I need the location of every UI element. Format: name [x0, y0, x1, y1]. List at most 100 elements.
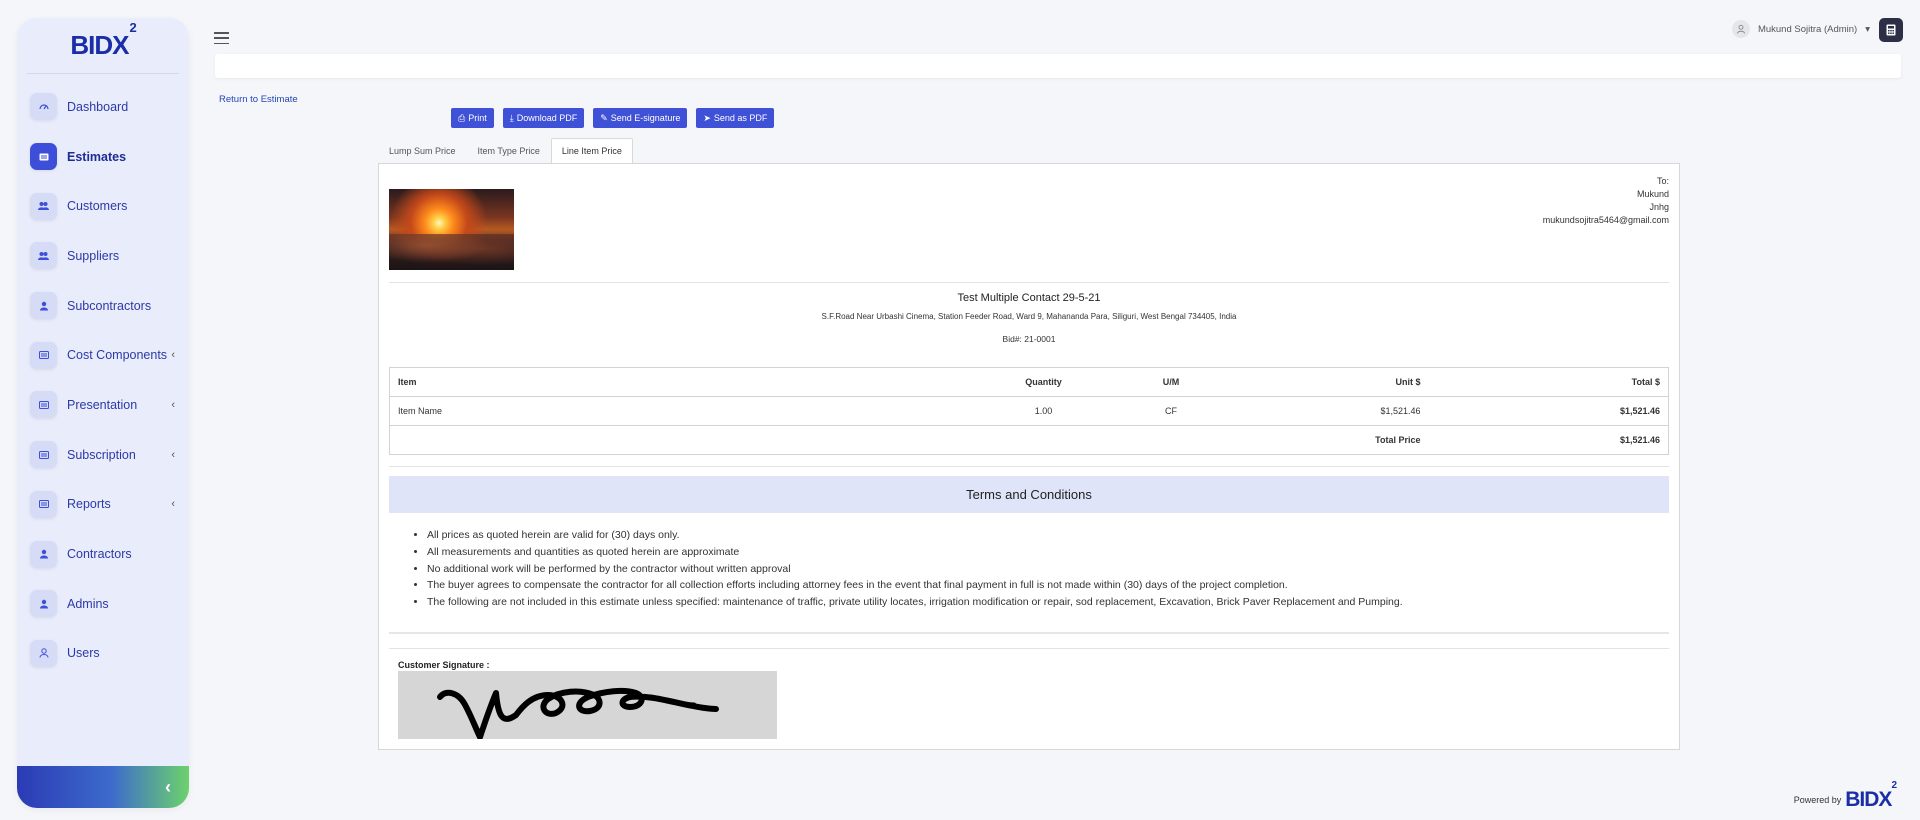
table-header-row: Item Quantity U/M Unit $ Total $: [389, 367, 1669, 397]
signature-label: Customer Signature :: [398, 660, 490, 670]
download-pdf-label: Download PDF: [516, 113, 578, 123]
sidebar-item-contractors[interactable]: Contractors: [17, 529, 189, 579]
sidebar-nav: Dashboard Estimates Customers Suppliers Subc…: [17, 82, 189, 678]
send-esignature-label: Send E-signature: [610, 113, 681, 123]
user-avatar-icon: [1731, 20, 1750, 38]
recipient-email: mukundsojitra5464@gmail.com: [1542, 215, 1669, 225]
recipient-line2: Jnhg: [1649, 202, 1669, 212]
sidebar-item-estimates[interactable]: Estimates: [17, 132, 189, 182]
print-icon: ⎙: [458, 112, 466, 123]
sidebar-item-reports[interactable]: Reports ‹: [17, 480, 189, 530]
total-value: $1,521.46: [1428, 425, 1669, 455]
tab-item-type-price[interactable]: Item Type Price: [467, 138, 551, 163]
paper-plane-icon: ➤: [703, 112, 711, 123]
user-outline-icon: [30, 639, 57, 667]
total-row: Total Price $1,521.46: [389, 425, 1669, 455]
powered-by-text: Powered by: [1793, 795, 1842, 805]
calculator-icon: [1886, 24, 1896, 36]
users-icon: [30, 192, 57, 220]
cell-quantity: 1.00: [983, 396, 1104, 426]
send-pdf-label: Send as PDF: [713, 113, 768, 123]
user-name: Mukund Sojitra (Admin): [1757, 23, 1858, 35]
chevron-down-icon: ▾: [1865, 23, 1870, 35]
sidebar-item-label: Suppliers: [67, 248, 120, 263]
list-item: All prices as quoted herein are valid fo…: [427, 527, 1403, 544]
sidebar: BIDX2 Dashboard Estimates Customers Supplie…: [17, 18, 189, 808]
user-icon: [30, 590, 57, 618]
calculator-button[interactable]: [1879, 18, 1903, 42]
user-icon: [30, 540, 57, 568]
send-pdf-button[interactable]: ➤ Send as PDF: [696, 108, 775, 128]
list-item: All measurements and quantities as quote…: [427, 544, 1403, 561]
user-menu[interactable]: Mukund Sojitra (Admin) ▾: [1731, 20, 1870, 38]
divider: [389, 648, 1669, 649]
terms-title: Terms and Conditions: [389, 476, 1669, 513]
brand-logo[interactable]: BIDX2: [27, 18, 179, 74]
customer-signature: [398, 671, 777, 740]
total-label: Total Price: [1238, 425, 1429, 455]
list-item: No additional work will be performed by …: [427, 561, 1403, 578]
sidebar-item-label: Contractors: [67, 547, 132, 562]
header-item: Item: [389, 367, 984, 397]
divider: [389, 632, 1669, 634]
print-button[interactable]: ⎙ Print: [451, 108, 494, 128]
return-to-estimate-link[interactable]: Return to Estimate: [219, 94, 298, 105]
send-esignature-button[interactable]: ✎ Send E-signature: [593, 108, 688, 128]
header-total: Total $: [1428, 367, 1669, 397]
powered-by: Powered by BIDX2: [1793, 780, 1897, 812]
sidebar-item-label: Users: [67, 646, 100, 661]
cell-total: $1,521.46: [1428, 396, 1669, 426]
sidebar-collapse-button[interactable]: ‹: [17, 766, 189, 808]
cell-unit: $1,521.46: [1238, 396, 1429, 426]
estimate-document: To: Mukund Jnhg mukundsojitra5464@gmail.…: [378, 163, 1680, 750]
sidebar-item-cost-components[interactable]: Cost Components ‹: [17, 330, 189, 380]
footer-logo-superscript: 2: [1891, 780, 1896, 791]
sidebar-item-label: Subcontractors: [67, 298, 152, 313]
header-um: U/M: [1103, 367, 1239, 397]
bid-number: Bid#: 21-0001: [1002, 334, 1056, 344]
users-icon: [30, 242, 57, 270]
sidebar-item-presentation[interactable]: Presentation ‹: [17, 380, 189, 430]
sidebar-item-customers[interactable]: Customers: [17, 181, 189, 231]
recipient-block: To: Mukund Jnhg mukundsojitra5464@gmail.…: [1543, 175, 1669, 227]
sidebar-item-dashboard[interactable]: Dashboard: [17, 82, 189, 132]
chevron-left-icon: ‹: [165, 776, 171, 797]
estimate-icon: [30, 143, 57, 171]
sidebar-item-admins[interactable]: Admins: [17, 579, 189, 629]
sidebar-item-subcontractors[interactable]: Subcontractors: [17, 281, 189, 331]
chevron-left-icon: ‹: [171, 349, 175, 362]
brand-superscript: 2: [129, 20, 136, 36]
pencil-icon: ✎: [600, 112, 608, 123]
footer-logo-name: BIDX: [1845, 788, 1892, 811]
list-item: The following are not included in this e…: [427, 594, 1403, 611]
tab-line-item-price[interactable]: Line Item Price: [550, 138, 633, 163]
header-bar: [215, 54, 1901, 78]
recipient-to-label: To:: [1656, 176, 1669, 186]
header-quantity: Quantity: [983, 367, 1104, 397]
chevron-left-icon: ‹: [171, 498, 175, 511]
price-tabs: Lump Sum Price Item Type Price Line Item P…: [378, 138, 633, 163]
user-icon: [30, 292, 57, 320]
sidebar-item-users[interactable]: Users: [17, 629, 189, 679]
sidebar-item-label: Admins: [67, 596, 109, 611]
download-pdf-button[interactable]: ⤓ Download PDF: [502, 108, 585, 128]
cell-um: CF: [1103, 396, 1239, 426]
header-unit: Unit $: [1238, 367, 1429, 397]
sidebar-item-label: Presentation: [67, 397, 138, 412]
list-icon: [30, 341, 57, 369]
sidebar-item-label: Cost Components: [67, 348, 168, 363]
divider: [389, 466, 1669, 467]
sidebar-item-suppliers[interactable]: Suppliers: [17, 231, 189, 281]
list-icon: [30, 391, 57, 419]
action-bar: ⎙ Print ⤓ Download PDF ✎ Send E-signature ➤…: [451, 108, 775, 128]
download-icon: ⤓: [509, 112, 514, 123]
sidebar-item-subscription[interactable]: Subscription ‹: [17, 430, 189, 480]
dashboard-icon: [30, 93, 57, 121]
chevron-left-icon: ‹: [171, 448, 175, 461]
tab-lump-sum-price[interactable]: Lump Sum Price: [378, 138, 467, 163]
menu-toggle-icon[interactable]: [214, 32, 229, 44]
list-icon: [30, 490, 57, 518]
terms-list: All prices as quoted herein are valid fo…: [415, 527, 1403, 611]
divider: [389, 282, 1669, 283]
project-title: Test Multiple Contact 29-5-21: [957, 292, 1101, 304]
